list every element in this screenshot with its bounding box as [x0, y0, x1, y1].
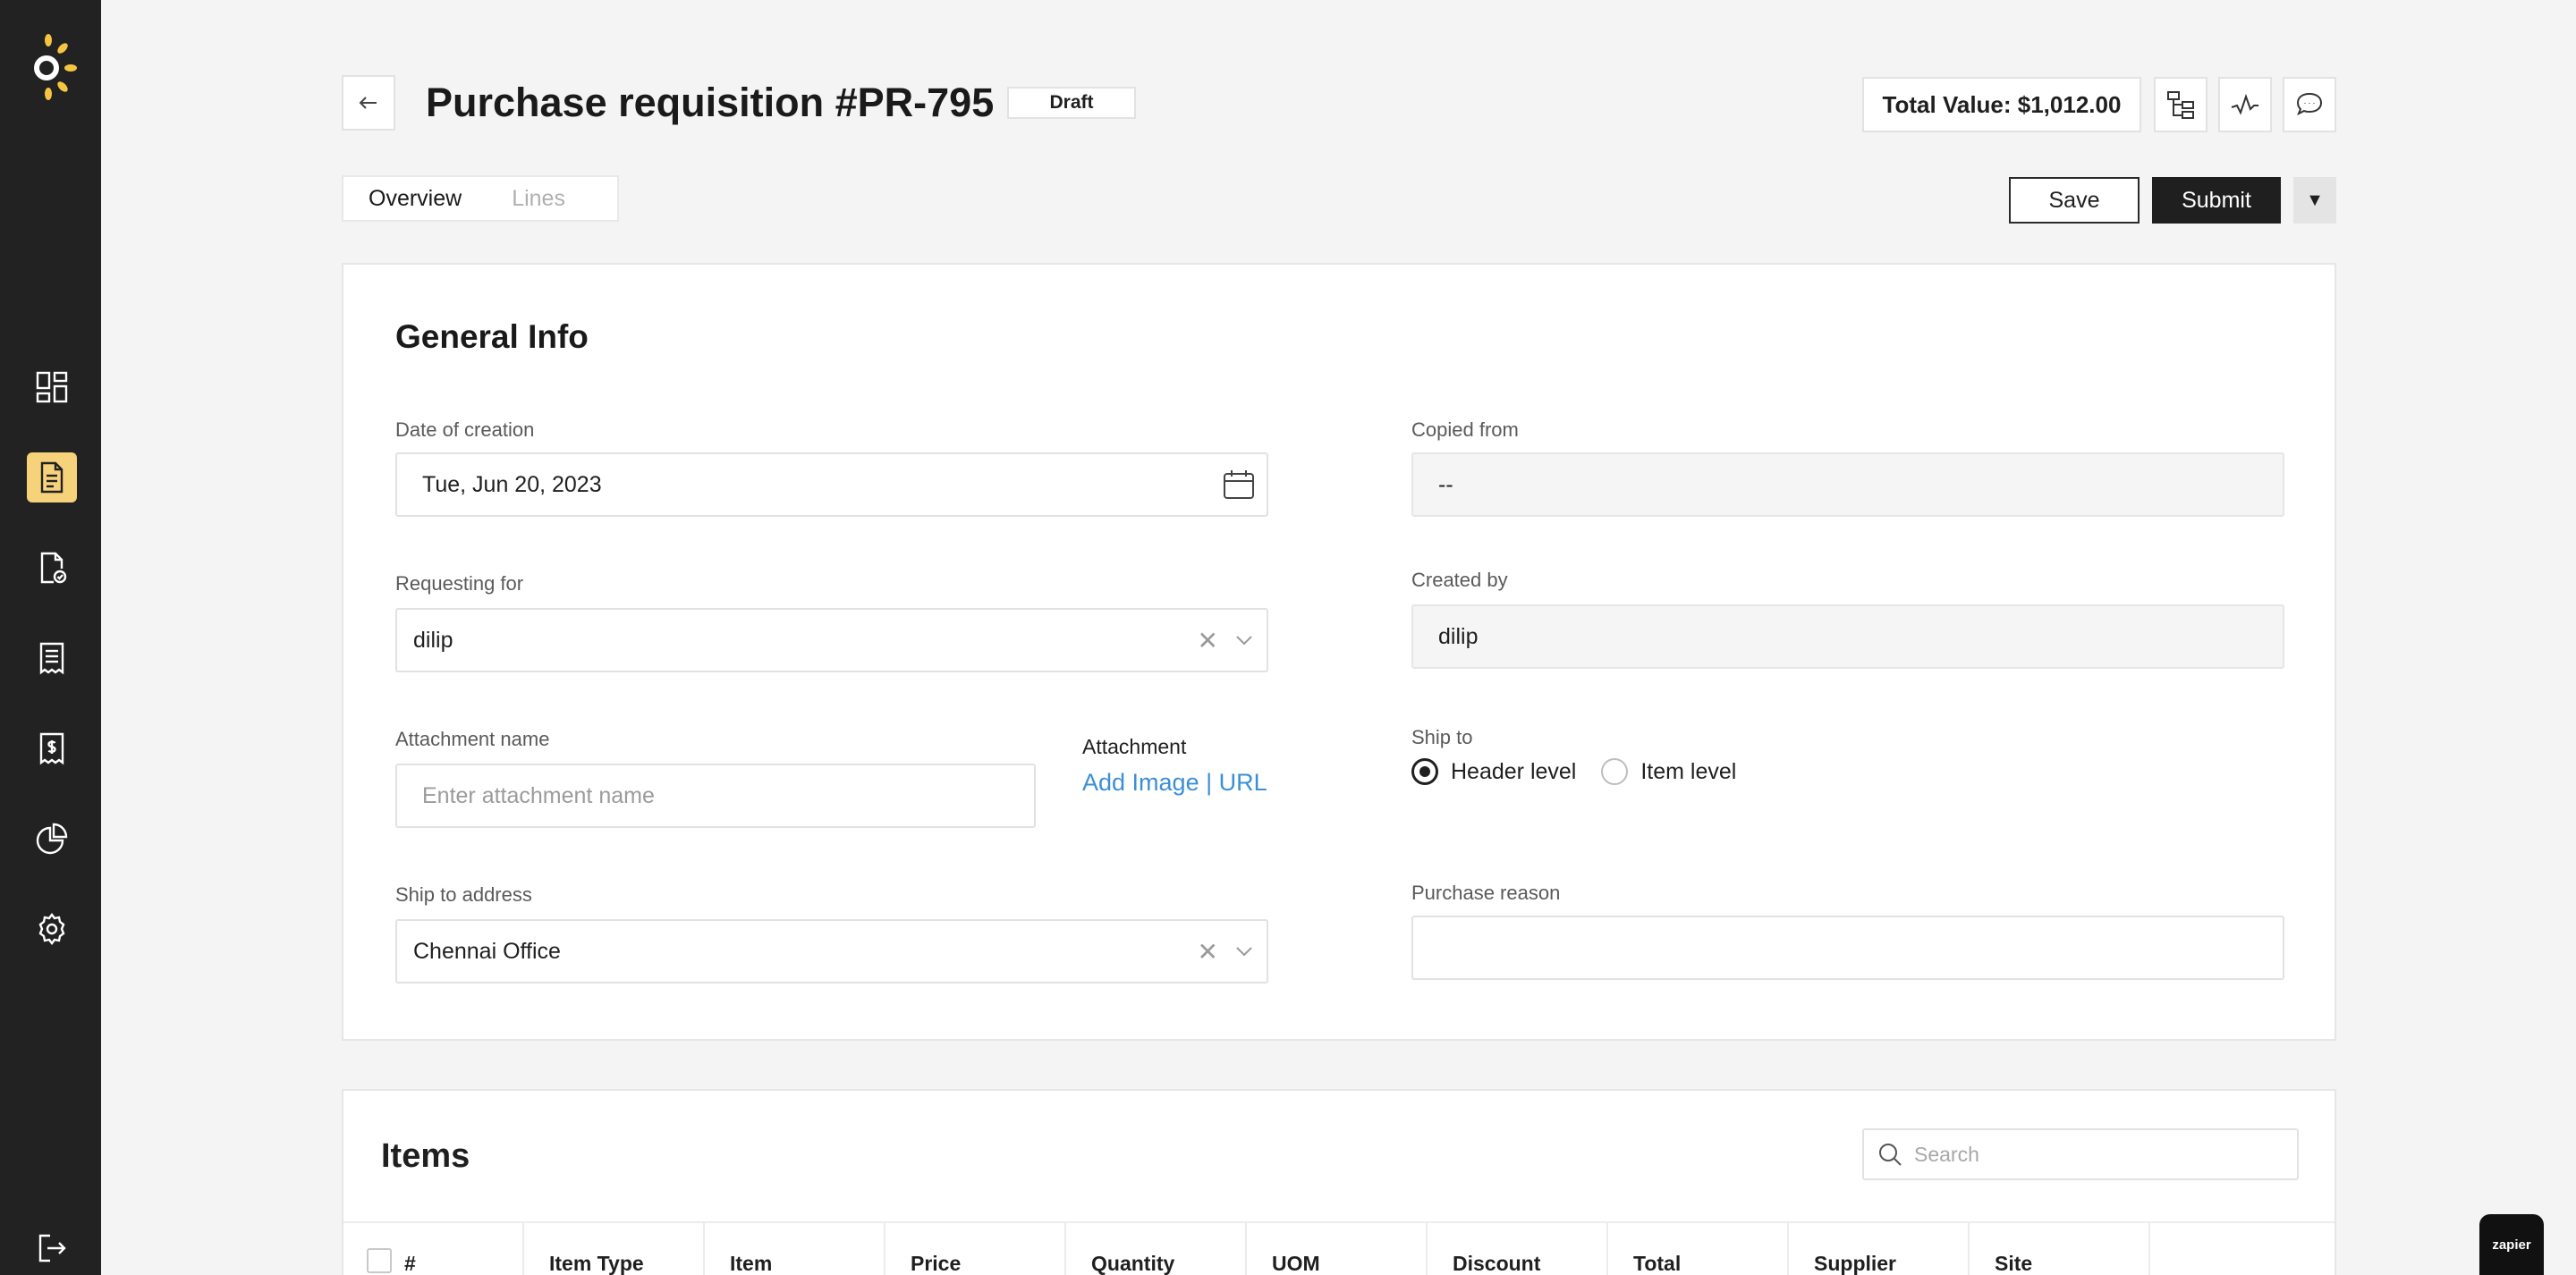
column-header-discount[interactable]: Discount	[1428, 1223, 1608, 1275]
requesting-for-select[interactable]: dilip ✕	[395, 608, 1268, 672]
ship-to-item-level-label[interactable]: Item level	[1640, 759, 1736, 785]
back-button[interactable]	[342, 75, 395, 131]
sidebar	[0, 0, 101, 1275]
sidebar-item-reports[interactable]	[27, 814, 77, 864]
ship-to-address-label: Ship to address	[395, 883, 532, 906]
sidebar-item-orders[interactable]	[27, 633, 77, 683]
copied-from-field: --	[1411, 452, 2284, 517]
column-header-number[interactable]: #	[379, 1223, 524, 1275]
column-header-total[interactable]: Total	[1608, 1223, 1789, 1275]
document-icon	[40, 461, 64, 494]
sidebar-item-approvals[interactable]	[27, 543, 77, 593]
activity-icon	[2231, 93, 2258, 115]
copied-from-value: --	[1438, 471, 1453, 497]
save-button[interactable]: Save	[2009, 177, 2140, 224]
ship-to-radio-group: Header level Item level	[1411, 758, 1761, 785]
clear-icon[interactable]: ✕	[1198, 937, 1218, 967]
ship-to-header-level-label[interactable]: Header level	[1451, 759, 1576, 785]
items-card: Items # Item Type Item Price Quantity UO…	[342, 1089, 2336, 1275]
requesting-for-label: Requesting for	[395, 572, 524, 595]
purchase-reason-label: Purchase reason	[1411, 882, 1561, 904]
attachment-label: Attachment	[1082, 735, 1187, 758]
sidebar-item-requisitions[interactable]	[27, 452, 77, 502]
comments-button[interactable]	[2283, 77, 2336, 132]
zapier-widget-button[interactable]: zapier	[2479, 1214, 2544, 1275]
sidebar-item-logout[interactable]	[27, 1223, 77, 1273]
search-input[interactable]	[1914, 1142, 2272, 1167]
items-search[interactable]	[1862, 1128, 2299, 1180]
items-table-header: # Item Type Item Price Quantity UOM Disc…	[343, 1221, 2334, 1275]
sidebar-item-settings[interactable]	[27, 904, 77, 954]
general-info-card: General Info Date of creation Tue, Jun 2…	[342, 263, 2336, 1041]
ship-to-address-value: Chennai Office	[413, 938, 561, 964]
search-icon	[1879, 1144, 1902, 1166]
attachment-name-label: Attachment name	[395, 728, 550, 750]
attachment-name-input[interactable]: Enter attachment name	[395, 764, 1036, 828]
created-by-label: Created by	[1411, 569, 1508, 591]
receipt-icon	[39, 642, 64, 675]
chat-icon	[2296, 92, 2323, 116]
ship-to-label: Ship to	[1411, 726, 1473, 748]
ship-to-item-level-radio[interactable]	[1601, 758, 1629, 785]
column-header-item-type[interactable]: Item Type	[524, 1223, 705, 1275]
items-title: Items	[381, 1137, 470, 1175]
add-image-url-link[interactable]: Add Image | URL	[1082, 769, 1267, 797]
tab-bar: Overview Lines	[342, 175, 619, 222]
clear-icon[interactable]: ✕	[1198, 626, 1218, 655]
created-by-field: dilip	[1411, 604, 2284, 669]
activity-button[interactable]	[2218, 77, 2272, 132]
pie-chart-icon	[36, 823, 68, 855]
column-header-site[interactable]: Site	[1970, 1223, 2150, 1275]
arrow-left-icon	[359, 97, 377, 109]
tab-overview[interactable]: Overview	[343, 177, 487, 220]
gear-icon	[38, 913, 65, 945]
date-of-creation-label: Date of creation	[395, 418, 535, 441]
attachment-name-placeholder: Enter attachment name	[422, 782, 655, 808]
purchase-reason-input[interactable]	[1411, 916, 2284, 980]
select-all-cell	[343, 1223, 392, 1275]
hierarchy-button[interactable]	[2154, 77, 2207, 132]
column-header-item[interactable]: Item	[705, 1223, 886, 1275]
ship-to-header-level-radio[interactable]	[1411, 758, 1438, 785]
caret-down-icon: ▼	[2306, 190, 2324, 210]
requesting-for-value: dilip	[413, 627, 453, 653]
ship-to-address-select[interactable]: Chennai Office ✕	[395, 919, 1268, 984]
more-actions-button[interactable]: ▼	[2293, 177, 2336, 224]
column-header-supplier[interactable]: Supplier	[1789, 1223, 1970, 1275]
page-title: Purchase requisition #PR-795	[426, 80, 995, 125]
invoice-icon	[39, 732, 64, 765]
logout-icon	[38, 1234, 66, 1262]
submit-button[interactable]: Submit	[2152, 177, 2281, 224]
sidebar-item-invoices[interactable]	[27, 723, 77, 773]
status-badge: Draft	[1007, 87, 1136, 119]
date-of-creation-value: Tue, Jun 20, 2023	[422, 471, 602, 497]
column-header-price[interactable]: Price	[886, 1223, 1066, 1275]
tab-lines[interactable]: Lines	[487, 177, 590, 220]
copied-from-label: Copied from	[1411, 418, 1519, 441]
date-of-creation-field[interactable]: Tue, Jun 20, 2023	[395, 452, 1268, 517]
total-value-badge: Total Value: $1,012.00	[1862, 77, 2141, 132]
chevron-down-icon[interactable]	[1233, 629, 1256, 652]
hierarchy-icon	[2167, 91, 2194, 119]
app-logo[interactable]	[27, 30, 79, 102]
calendar-icon[interactable]	[1222, 468, 1256, 502]
column-header-quantity[interactable]: Quantity	[1066, 1223, 1247, 1275]
sidebar-item-dashboard[interactable]	[27, 362, 77, 412]
chevron-down-icon[interactable]	[1233, 940, 1256, 963]
approval-document-icon	[40, 552, 67, 584]
column-header-uom[interactable]: UOM	[1247, 1223, 1428, 1275]
section-title: General Info	[395, 318, 589, 355]
created-by-value: dilip	[1438, 623, 1479, 649]
dashboard-icon	[36, 371, 68, 403]
